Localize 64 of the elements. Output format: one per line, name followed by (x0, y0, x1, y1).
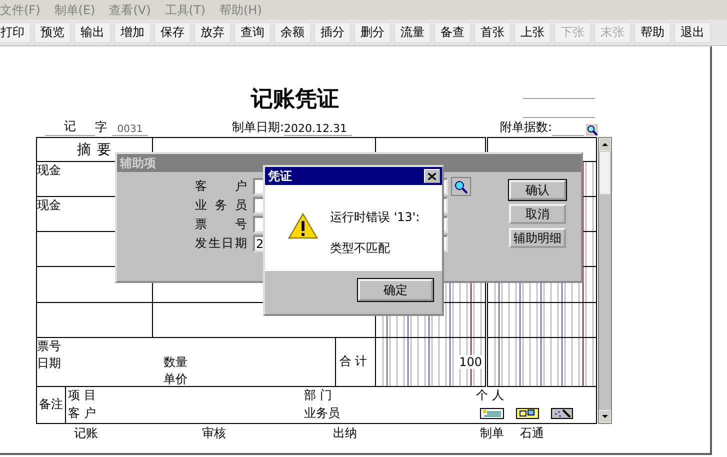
scroll-thumb[interactable] (599, 151, 611, 195)
toolbar-button[interactable]: 流量 (394, 22, 431, 43)
warning-icon (288, 213, 318, 239)
toolbar-button[interactable]: 查询 (234, 22, 271, 43)
person-label: 个 人 (476, 386, 505, 404)
date-value: 2020.12.31 (284, 122, 352, 136)
dialog-button[interactable]: 辅助明细 (509, 228, 566, 248)
magic-wand-icon[interactable] (551, 408, 573, 420)
scroll-up-icon[interactable] (599, 138, 611, 151)
dialog-button[interactable]: 确认 (509, 180, 566, 200)
toolbar-button[interactable]: 退出 (674, 22, 711, 43)
scroll-down-icon[interactable] (599, 410, 611, 423)
close-button[interactable] (424, 169, 440, 183)
type-suffix: 字 (95, 119, 108, 136)
error-message: 类型不匹配 (330, 240, 391, 257)
signature-label: 出纳 (333, 425, 357, 442)
toolbar-button[interactable]: 增加 (114, 22, 151, 43)
signature-label: 记账 (74, 425, 98, 442)
close-icon (428, 172, 436, 180)
field-label: 客 户 (195, 178, 247, 195)
signature-label: 审核 (202, 425, 226, 442)
field-label: 票 号 (195, 216, 247, 233)
toolbar-button[interactable]: 输出 (74, 22, 111, 43)
signature-label: 制单 (480, 425, 504, 442)
search-button[interactable] (451, 177, 471, 196)
signature-label: 石通 (520, 425, 544, 442)
toolbar-button[interactable]: 首张 (474, 22, 511, 43)
toolbar-button[interactable]: 保存 (154, 22, 191, 43)
department-label: 部 门 (304, 386, 333, 404)
toolbar-button[interactable]: 放弃 (194, 22, 231, 43)
ticket-date-label: 日期 (37, 354, 62, 372)
toolbar-button[interactable]: 预览 (34, 22, 71, 43)
toolbar-button[interactable]: 帮助 (634, 22, 671, 43)
search-icon (454, 180, 468, 194)
customer-label: 客 户 (68, 404, 97, 422)
field-label: 业 务 员 (195, 197, 247, 214)
toolbar-button[interactable]: 插分 (314, 22, 351, 43)
dialog-button[interactable]: 取消 (509, 204, 566, 224)
date-label: 制单日期: (232, 119, 284, 136)
voucher-title: 记账凭证 (251, 85, 339, 114)
total-debit: 100 (459, 354, 482, 369)
ok-button[interactable]: 确定 (358, 279, 433, 301)
toolbar-button[interactable]: 上张 (514, 22, 551, 43)
dialog-title: 凭证 (268, 168, 292, 184)
toolbar-button[interactable]: 删分 (354, 22, 391, 43)
attachments-label: 附单据数: (500, 119, 552, 136)
toolbar-button[interactable]: 打印 (0, 22, 31, 43)
price-label: 单价 (163, 370, 188, 388)
search-icon[interactable] (586, 124, 598, 136)
field-label: 发生日期 (195, 235, 247, 252)
remarks-label: 备注 (39, 396, 63, 414)
total-label: 合 计 (339, 353, 368, 370)
error-message: 运行时错误 '13': (330, 209, 420, 226)
ticket-label: 票号 (37, 338, 62, 355)
scrollbar[interactable] (598, 137, 612, 424)
toolbar-button[interactable]: 余额 (274, 22, 311, 43)
id-card-icon[interactable] (516, 408, 539, 420)
salesperson-label: 业务员 (304, 404, 341, 422)
project-label: 项 目 (68, 386, 97, 404)
list-icon[interactable] (480, 408, 504, 420)
quantity-label: 数量 (163, 354, 188, 371)
voucher-number: 0031 (112, 124, 148, 136)
voucher-type: 记 (45, 118, 95, 136)
toolbar-button[interactable]: 备查 (434, 22, 471, 43)
